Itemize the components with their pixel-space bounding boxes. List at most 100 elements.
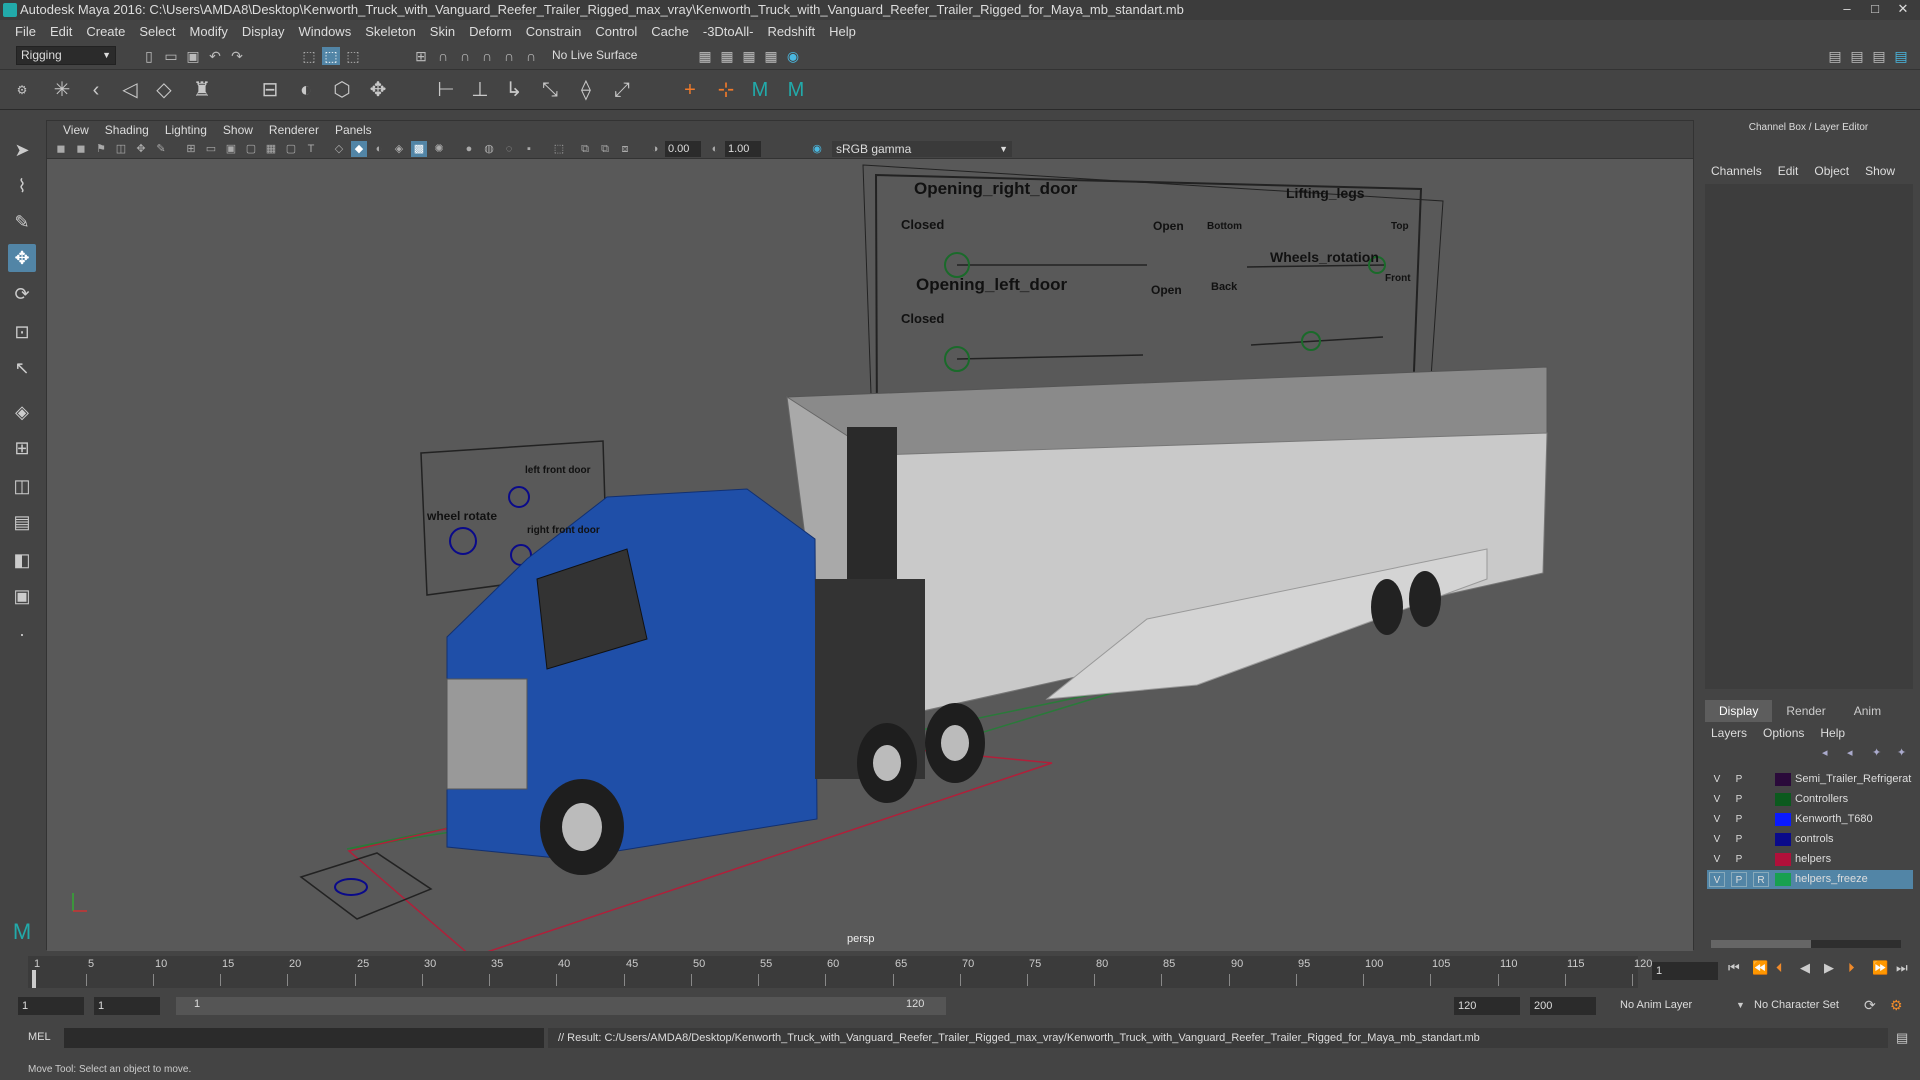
layout-persp-outliner-icon[interactable]: ▤ [8, 508, 36, 536]
floor-helper-control[interactable] [334, 878, 368, 896]
reference-toggle[interactable] [1753, 772, 1769, 787]
close-button[interactable]: ✕ [1890, 0, 1916, 18]
maximize-button[interactable]: □ [1862, 0, 1888, 18]
image-plane-icon[interactable]: ◫ [113, 141, 129, 157]
anim-start-field[interactable]: 1 [18, 997, 84, 1015]
menu-control[interactable]: Control [588, 24, 644, 39]
insert-joint-icon[interactable]: ‹ [82, 76, 110, 104]
channel-box-icon[interactable]: ▤ [1892, 47, 1910, 65]
layer-color-swatch[interactable] [1775, 813, 1791, 826]
camera-attr-icon[interactable]: ◼ [73, 141, 89, 157]
scale-constraint-icon[interactable]: ⤡ [536, 76, 564, 104]
layout-hypershade-icon[interactable]: ▣ [8, 582, 36, 610]
render-settings-icon[interactable]: ▦ [762, 47, 780, 65]
step-back-icon[interactable]: ⏪ [1752, 960, 1768, 976]
anim-layer-dropdown[interactable]: No Anim Layer [1620, 999, 1692, 1011]
layout-four-icon[interactable]: ⊞ [8, 434, 36, 462]
menu-modify[interactable]: Modify [183, 24, 235, 39]
save-scene-icon[interactable]: ▣ [184, 47, 202, 65]
outliner-icon[interactable]: ▤ [1870, 47, 1888, 65]
perspective-viewport[interactable]: Opening_right_door Opening_left_door Lif… [47, 159, 1693, 951]
layer-color-swatch[interactable] [1775, 833, 1791, 846]
playback-start-field[interactable]: 1 [94, 997, 160, 1015]
menu-select[interactable]: Select [132, 24, 182, 39]
menu-skin[interactable]: Skin [423, 24, 462, 39]
paint-select-icon[interactable]: ✎ [8, 208, 36, 236]
panel-menu-shading[interactable]: Shading [97, 121, 157, 139]
layer-color-swatch[interactable] [1775, 873, 1791, 886]
tool-settings-icon[interactable]: ▤ [1848, 47, 1866, 65]
visibility-toggle[interactable]: V [1709, 812, 1725, 827]
anti-alias-icon[interactable]: ▪ [521, 141, 537, 157]
new-scene-icon[interactable]: ▯ [140, 47, 158, 65]
layer-color-swatch[interactable] [1775, 793, 1791, 806]
camera-select-icon[interactable]: ◼ [53, 141, 69, 157]
bind-skin-icon[interactable]: ⊟ [256, 76, 284, 104]
cb-menu-channels[interactable]: Channels [1711, 164, 1762, 178]
motion-blur-icon[interactable]: ◌ [501, 141, 517, 157]
visibility-toggle[interactable]: V [1709, 792, 1725, 807]
shelf-options-icon[interactable]: ⚙ [8, 76, 36, 104]
redo-icon[interactable]: ↷ [228, 47, 246, 65]
aim-constraint-icon[interactable]: ⟠ [572, 76, 600, 104]
visibility-toggle[interactable]: V [1709, 852, 1725, 867]
maya-script-2-icon[interactable]: M [782, 76, 810, 104]
script-editor-icon[interactable]: ▤ [1896, 1030, 1908, 1046]
chevron-down-icon[interactable]: ▼ [1736, 1000, 1745, 1010]
snap-point-icon[interactable]: ∩ [456, 47, 474, 65]
render-frame-icon[interactable]: ▦ [696, 47, 714, 65]
snap-curve-icon[interactable]: ∩ [434, 47, 452, 65]
cb-menu-edit[interactable]: Edit [1778, 164, 1799, 178]
go-to-end-icon[interactable]: ⏭ [1896, 960, 1908, 976]
new-layer-icon[interactable]: ✦ [1872, 746, 1881, 759]
menu-deform[interactable]: Deform [462, 24, 519, 39]
prev-key-icon[interactable]: ⏴ [1776, 960, 1783, 976]
layout-graph-icon[interactable]: ◧ [8, 546, 36, 574]
layer-scrollbar-thumb[interactable] [1711, 940, 1811, 948]
visibility-toggle[interactable]: V [1709, 832, 1725, 847]
snap-view-icon[interactable]: ∩ [478, 47, 496, 65]
resolution-gate-icon[interactable]: ▣ [223, 141, 239, 157]
playback-toggle[interactable]: P [1731, 832, 1747, 847]
live-surface-label[interactable]: No Live Surface [552, 48, 637, 62]
safe-action-icon[interactable]: ▢ [283, 141, 299, 157]
gamma-icon[interactable]: ◐ [707, 141, 723, 157]
snap-grid-icon[interactable]: ⊞ [412, 47, 430, 65]
ambient-occlusion-icon[interactable]: ◍ [481, 141, 497, 157]
menu-skeleton[interactable]: Skeleton [358, 24, 423, 39]
xray-components-icon[interactable]: ⧈ [617, 141, 633, 157]
locator-icon[interactable]: + [676, 76, 704, 104]
undo-icon[interactable]: ↶ [206, 47, 224, 65]
channel-box-area[interactable] [1705, 184, 1913, 689]
wireframe-icon[interactable]: ◇ [331, 141, 347, 157]
le-menu-options[interactable]: Options [1763, 726, 1804, 740]
current-frame-field[interactable]: 1 [1652, 962, 1718, 980]
gate-mask-icon[interactable]: ▢ [243, 141, 259, 157]
range-bar[interactable]: 1 120 [176, 997, 946, 1015]
hypershade-icon[interactable]: ◉ [784, 47, 802, 65]
safe-title-icon[interactable]: T [303, 141, 319, 157]
maya-script-icon[interactable]: M [746, 76, 774, 104]
reference-toggle[interactable] [1753, 852, 1769, 867]
shadows-icon[interactable]: ● [461, 141, 477, 157]
character-set-dropdown[interactable]: No Character Set [1754, 999, 1839, 1011]
menu-create[interactable]: Create [79, 24, 132, 39]
field-chart-icon[interactable]: ▦ [263, 141, 279, 157]
layer-row-selected[interactable]: V P R helpers_freeze [1707, 870, 1913, 889]
rotate-tool-icon[interactable]: ⟳ [8, 280, 36, 308]
play-back-icon[interactable]: ◀ [1800, 960, 1810, 976]
tab-anim[interactable]: Anim [1840, 700, 1895, 722]
gamma-field[interactable]: 1.00 [725, 141, 761, 157]
grid-icon[interactable]: ⊞ [183, 141, 199, 157]
playback-toggle[interactable]: P [1731, 772, 1747, 787]
scene-canvas[interactable] [47, 159, 1693, 951]
snap-surface-icon[interactable]: ∩ [500, 47, 518, 65]
layer-row[interactable]: V P helpers [1707, 850, 1913, 869]
lattice-icon[interactable]: ⬡ [328, 76, 356, 104]
ik-handle-icon[interactable]: ◁ [116, 76, 144, 104]
playback-end-field[interactable]: 120 [1454, 997, 1520, 1015]
smooth-shade-icon[interactable]: ◆ [351, 141, 367, 157]
timeline-track[interactable]: 1 5 10 15 20 25 30 35 40 45 50 55 60 65 70 75 80 85 90 95 10… [28, 956, 1652, 988]
menu-3dtoall[interactable]: -3DtoAll- [696, 24, 761, 39]
panel-menu-view[interactable]: View [55, 121, 97, 139]
